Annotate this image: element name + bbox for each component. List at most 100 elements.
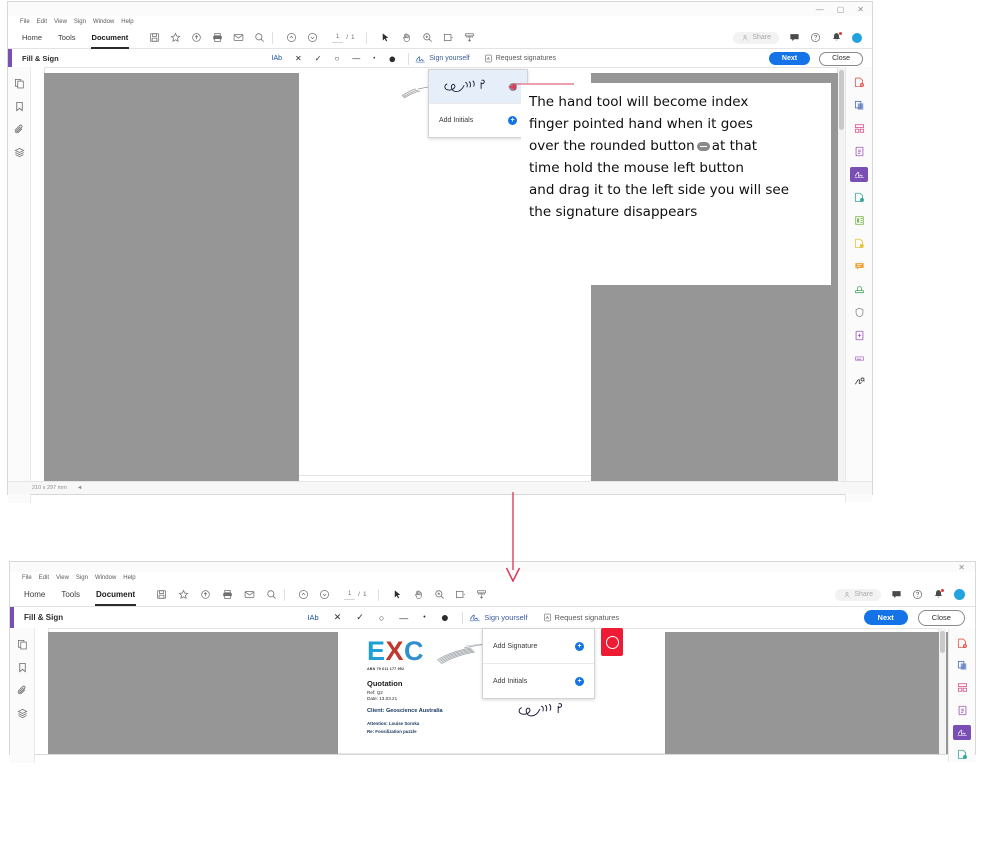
line-tool[interactable]: — — [352, 54, 360, 63]
layers-icon[interactable] — [14, 145, 25, 158]
user-avatar[interactable] — [852, 32, 862, 43]
export-pdf-icon[interactable] — [953, 703, 971, 717]
comment-icon[interactable] — [789, 32, 800, 43]
shield-icon[interactable] — [850, 305, 868, 320]
sign-yourself-button[interactable]: Sign yourself — [469, 613, 528, 622]
upload-cloud-icon[interactable] — [200, 589, 211, 600]
comment-icon[interactable] — [850, 259, 868, 274]
share-button[interactable]: Share — [835, 588, 881, 601]
combine-files-icon[interactable] — [850, 98, 868, 113]
upload-cloud-icon[interactable] — [191, 32, 202, 43]
request-signatures-button[interactable]: Request signatures — [543, 613, 619, 622]
check-mark-tool[interactable]: ✓ — [356, 612, 364, 623]
create-pdf-icon[interactable] — [850, 75, 868, 90]
dot-tool[interactable]: • — [423, 614, 425, 621]
fill-sign-icon[interactable] — [953, 725, 971, 740]
stamp-icon[interactable] — [476, 589, 487, 600]
email-icon[interactable] — [244, 589, 255, 600]
email-icon[interactable] — [233, 32, 244, 43]
hand-tool-icon[interactable] — [413, 589, 424, 600]
current-page-input[interactable]: 1 — [344, 590, 356, 600]
page-fit-icon[interactable] — [443, 32, 454, 43]
hand-tool-icon[interactable] — [401, 32, 412, 43]
scrollbar-thumb[interactable] — [940, 631, 945, 653]
notification-bell-icon[interactable] — [831, 32, 842, 43]
add-initials-plus-icon[interactable]: + — [508, 116, 517, 125]
line-tool[interactable]: — — [399, 613, 408, 623]
request-signatures-button[interactable]: Request signatures — [484, 54, 556, 63]
export-pdf-icon[interactable] — [850, 144, 868, 159]
stamp-icon[interactable] — [464, 32, 475, 43]
menu-view[interactable]: View — [54, 19, 67, 25]
placed-signature[interactable] — [515, 700, 571, 722]
print-icon[interactable] — [222, 589, 233, 600]
menu-window[interactable]: Window — [93, 19, 114, 25]
compress-pdf-icon[interactable] — [850, 213, 868, 228]
comment-icon[interactable] — [891, 589, 902, 600]
tab-tools[interactable]: Tools — [60, 587, 81, 602]
next-page-icon[interactable] — [307, 32, 318, 43]
minimize-icon[interactable]: — — [816, 5, 824, 14]
close-button[interactable]: Close — [819, 51, 863, 66]
cross-mark-tool[interactable]: ✕ — [334, 612, 342, 623]
circle-tool[interactable]: ○ — [379, 613, 384, 623]
next-button[interactable]: Next — [768, 52, 811, 65]
redact-icon[interactable] — [850, 351, 868, 366]
menu-edit[interactable]: Edit — [39, 575, 49, 581]
attachment-icon[interactable] — [14, 122, 25, 134]
tab-home[interactable]: Home — [23, 587, 46, 602]
menu-sign[interactable]: Sign — [76, 575, 88, 581]
organize-pages-icon[interactable] — [953, 681, 971, 695]
create-pdf-icon[interactable] — [953, 636, 971, 650]
text-tool[interactable]: IAb — [307, 613, 318, 622]
menu-file[interactable]: File — [22, 575, 32, 581]
save-icon[interactable] — [156, 589, 167, 600]
scrollbar-thumb[interactable] — [839, 70, 844, 130]
bottom-signature-dropdown[interactable]: Add Signature + Add Initials + — [482, 628, 595, 699]
select-cursor-icon[interactable] — [380, 32, 391, 43]
certificates-icon[interactable] — [850, 374, 868, 389]
bookmark-icon[interactable] — [14, 99, 25, 112]
edit-pdf-icon[interactable] — [953, 748, 971, 762]
share-button[interactable]: Share — [733, 31, 779, 44]
save-icon[interactable] — [149, 32, 160, 43]
zoom-in-icon[interactable] — [422, 32, 433, 43]
close-icon[interactable]: ✕ — [958, 563, 965, 572]
color-swatch[interactable]: ● — [388, 52, 396, 65]
add-initials-row[interactable]: Add Initials + — [483, 664, 594, 698]
protect-icon[interactable] — [850, 236, 868, 251]
menu-view[interactable]: View — [56, 575, 69, 581]
page-thumbnails-icon[interactable] — [14, 76, 25, 89]
attachment-icon[interactable] — [17, 683, 28, 695]
help-icon[interactable] — [912, 589, 923, 600]
color-swatch[interactable]: ● — [441, 610, 449, 624]
tab-document[interactable]: Document — [95, 587, 137, 606]
user-avatar[interactable] — [954, 589, 965, 600]
search-icon[interactable] — [266, 589, 277, 600]
close-icon[interactable]: ✕ — [857, 5, 864, 14]
text-tool[interactable]: IAb — [272, 55, 283, 62]
star-icon[interactable] — [178, 589, 189, 600]
menu-window[interactable]: Window — [95, 575, 116, 581]
dot-tool[interactable]: • — [373, 56, 375, 62]
check-mark-tool[interactable]: ✓ — [315, 54, 322, 63]
tab-document[interactable]: Document — [90, 30, 130, 49]
sign-yourself-button[interactable]: Sign yourself — [415, 55, 470, 63]
print-icon[interactable] — [212, 32, 223, 43]
help-icon[interactable] — [810, 32, 821, 43]
previous-page-icon[interactable] — [298, 589, 309, 600]
menu-help[interactable]: Help — [121, 19, 133, 25]
select-cursor-icon[interactable] — [392, 589, 403, 600]
search-icon[interactable] — [254, 32, 265, 43]
page-thumbnails-icon[interactable] — [17, 637, 28, 650]
current-page-input[interactable]: 1 — [332, 33, 344, 43]
layers-icon[interactable] — [17, 706, 28, 719]
combine-files-icon[interactable] — [953, 658, 971, 672]
add-page-icon[interactable] — [850, 328, 868, 343]
stamp-icon[interactable] — [850, 282, 868, 297]
add-signature-row[interactable]: Add Signature + — [483, 629, 594, 663]
circle-tool[interactable]: ○ — [334, 54, 339, 63]
menu-edit[interactable]: Edit — [37, 19, 47, 25]
add-signature-plus-icon[interactable]: + — [575, 641, 584, 651]
close-button[interactable]: Close — [917, 609, 965, 626]
